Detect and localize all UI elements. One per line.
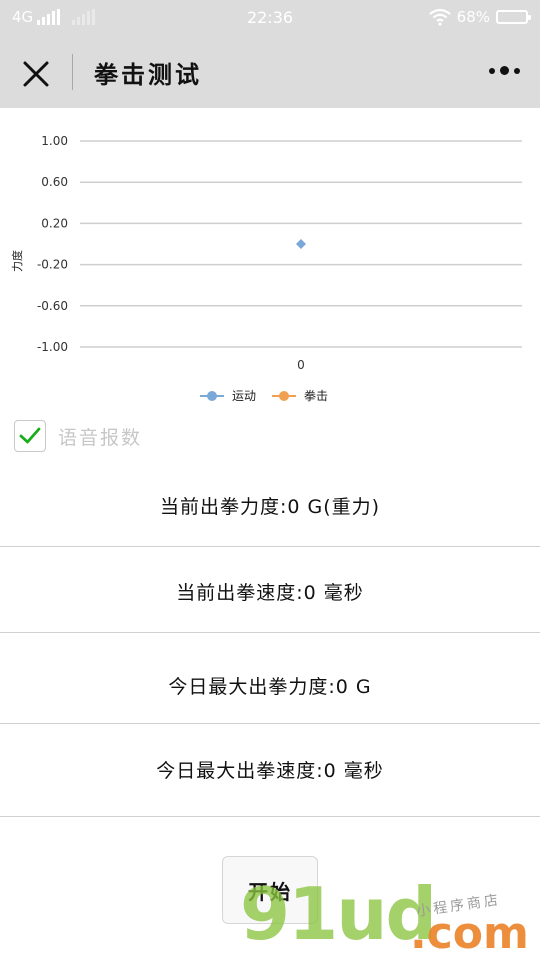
y-tick-label: 1.00	[41, 134, 68, 148]
current-power-text: 当前出拳力度:0 G(重力)	[159, 496, 381, 518]
divider	[0, 723, 540, 724]
x-axis-ticks: 0	[297, 358, 305, 372]
voice-option[interactable]: 语音报数	[14, 418, 142, 454]
check-icon	[19, 427, 41, 444]
legend-marker	[207, 391, 217, 401]
title-divider	[72, 54, 73, 90]
divider	[0, 632, 540, 633]
y-tick-label: -1.00	[37, 340, 68, 354]
legend-label: 运动	[232, 389, 256, 403]
chart-points	[296, 239, 306, 249]
legend-item[interactable]: 运动	[200, 389, 256, 403]
current-speed-text: 当前出拳速度:0 毫秒	[176, 582, 364, 604]
title-bar: 拳击测试	[0, 36, 540, 108]
power-chart: 1.00 0.60 0.20 -0.20 -0.60 -1.00 0 力度 运动 拳击	[10, 134, 522, 403]
more-dots-icon[interactable]	[489, 66, 520, 75]
voice-checkbox[interactable]	[14, 420, 46, 452]
y-axis-label: 力度	[10, 250, 24, 272]
data-point	[296, 239, 306, 249]
y-tick-label: 0.60	[41, 175, 68, 189]
y-tick-label: 0.20	[41, 216, 68, 230]
today-max-power-text: 今日最大出拳力度:0 G	[168, 676, 372, 698]
close-icon[interactable]	[20, 58, 52, 90]
y-tick-label: -0.60	[37, 299, 68, 313]
y-tick-label: -0.20	[37, 258, 68, 272]
wifi-icon	[428, 8, 451, 26]
legend-label: 拳击	[304, 388, 328, 403]
legend-item[interactable]: 拳击	[272, 388, 328, 403]
voice-label: 语音报数	[58, 426, 143, 449]
battery-icon	[496, 10, 531, 24]
legend-marker	[279, 391, 289, 401]
battery-percent: 68%	[456, 8, 490, 26]
y-axis-ticks: 1.00 0.60 0.20 -0.20 -0.60 -1.00	[37, 134, 68, 354]
today-max-speed-text: 今日最大出拳速度:0 毫秒	[156, 760, 384, 782]
watermark-logo: 91ud	[240, 872, 437, 956]
status-bar: 4G 22:36 68%	[0, 0, 540, 36]
x-tick-label: 0	[297, 358, 305, 372]
status-right: 68%	[428, 8, 531, 26]
page-title: 拳击测试	[94, 61, 202, 89]
divider	[0, 546, 540, 547]
chart-legend: 运动 拳击	[200, 388, 328, 403]
divider	[0, 816, 540, 817]
